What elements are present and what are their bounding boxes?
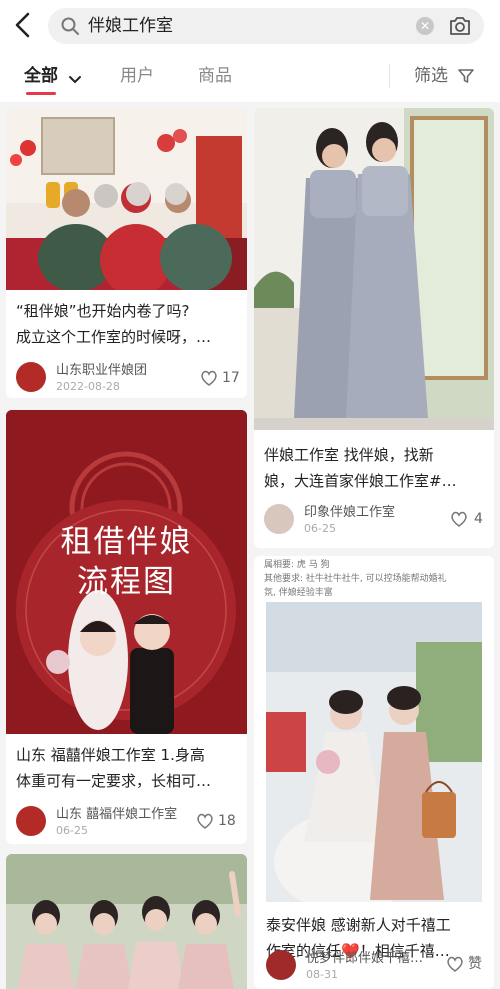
- note-text: 属相要: 虎 马 狗: [264, 560, 330, 570]
- heart-icon[interactable]: [200, 370, 218, 386]
- poster-heading: 租借伴娘: [60, 524, 193, 560]
- camera-icon[interactable]: [448, 15, 472, 37]
- card-title: “租伴娘”也开始内卷了吗?: [16, 302, 190, 320]
- post-date: 2022-08-28: [56, 380, 120, 393]
- card-title-line2: 体重可有一定要求，长相可…: [16, 772, 212, 790]
- avatar[interactable]: [264, 504, 294, 534]
- card-title: 伴娘工作室 找伴娘，找新: [264, 446, 434, 464]
- filter-funnel-icon[interactable]: [458, 68, 474, 84]
- avatar[interactable]: [16, 362, 46, 392]
- card-photo: [6, 854, 247, 989]
- top-bar: 伴娘工作室 ✕: [0, 0, 500, 50]
- post-date: 06-25: [304, 522, 336, 535]
- card-title: 山东 福囍伴娘工作室 1.身高: [16, 746, 205, 764]
- card-poster: 租借伴娘 流程图: [6, 410, 247, 734]
- filter-tabs: 全部 用户 商品 筛选: [0, 50, 500, 102]
- note-text-line3: 氛, 伴娘经验丰富: [264, 588, 333, 598]
- card-photo: [6, 108, 247, 296]
- card-title-line2: 成立这个工作室的时候呀，…: [16, 328, 212, 346]
- like-count: 17: [222, 370, 240, 386]
- note-card[interactable]: “租伴娘”也开始内卷了吗? 成立这个工作室的时候呀，… 山东职业伴娘团 2022…: [6, 108, 247, 398]
- poster-heading-line2: 流程图: [77, 564, 176, 600]
- like-count: 18: [218, 813, 236, 829]
- author-name[interactable]: 山东职业伴娘团: [56, 362, 147, 380]
- filter-button[interactable]: 筛选: [414, 64, 448, 88]
- search-query[interactable]: 伴娘工作室: [88, 14, 173, 38]
- card-photo: [254, 108, 494, 430]
- author-name[interactable]: 山东 囍福伴娘工作室: [56, 806, 177, 824]
- card-photo: [266, 602, 482, 912]
- card-title-line2: 娘，大连首家伴娘工作室#…: [264, 472, 457, 490]
- back-arrow-icon[interactable]: [8, 10, 38, 40]
- note-text-line2: 其他要求: 社牛社牛社牛, 可以控场能帮动婚礼: [264, 574, 447, 584]
- active-tab-indicator: [26, 92, 56, 95]
- divider: [389, 64, 390, 88]
- post-date: 08-31: [306, 968, 338, 981]
- search-icon: [60, 16, 80, 36]
- like-label: 赞: [468, 956, 482, 972]
- note-card[interactable]: 租借伴娘 流程图 山东 福囍伴娘工作室 1.身高 体重可有一定要求，长相可… 山…: [6, 410, 247, 844]
- chevron-down-icon[interactable]: [68, 70, 82, 84]
- tab-all[interactable]: 全部: [24, 64, 58, 88]
- like-count: 4: [474, 511, 483, 527]
- tab-products[interactable]: 商品: [198, 64, 232, 88]
- avatar[interactable]: [266, 950, 296, 980]
- avatar[interactable]: [16, 806, 46, 836]
- search-box[interactable]: 伴娘工作室 ✕: [48, 8, 484, 44]
- author-name[interactable]: 悦梦伴郎伴娘千禧…: [306, 950, 423, 968]
- card-title: 泰安伴娘 感谢新人对千禧工: [266, 916, 451, 934]
- heart-icon[interactable]: [196, 813, 214, 829]
- post-date: 06-25: [56, 824, 88, 837]
- note-card[interactable]: 伴娘工作室 找伴娘，找新 娘，大连首家伴娘工作室#… 印象伴娘工作室 06-25…: [254, 108, 494, 548]
- note-card[interactable]: 属相要: 虎 马 狗 其他要求: 社牛社牛社牛, 可以控场能帮动婚礼 氛, 伴娘…: [254, 556, 494, 989]
- note-card[interactable]: [6, 854, 247, 989]
- author-name[interactable]: 印象伴娘工作室: [304, 504, 395, 522]
- heart-icon[interactable]: [446, 956, 464, 972]
- heart-icon[interactable]: [450, 511, 468, 527]
- clear-icon[interactable]: ✕: [416, 17, 434, 35]
- tab-users[interactable]: 用户: [120, 64, 154, 88]
